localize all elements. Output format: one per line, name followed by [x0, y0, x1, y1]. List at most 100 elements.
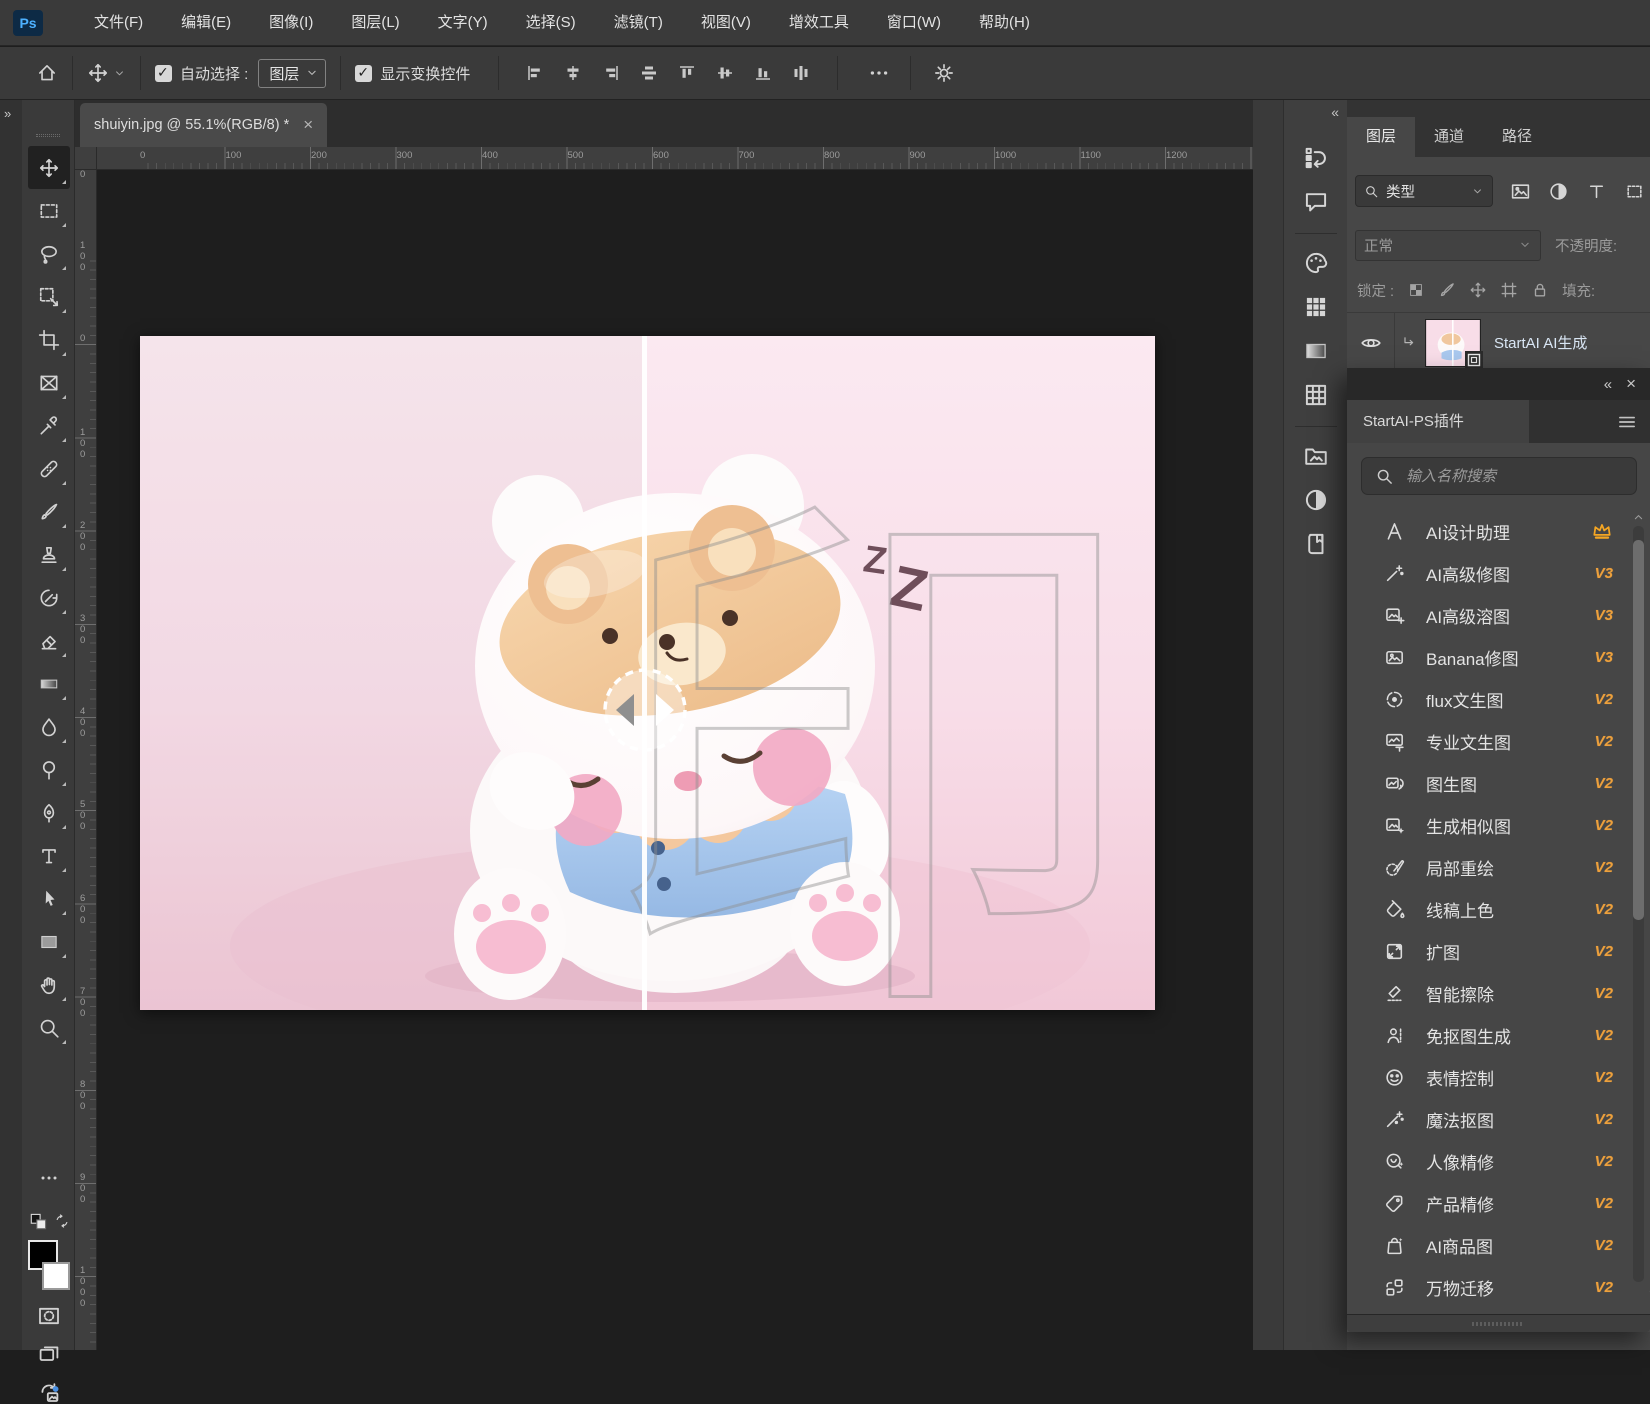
- edit-toolbar-icon[interactable]: [39, 1168, 59, 1188]
- eraser-tool[interactable]: [28, 619, 70, 662]
- shape-tool[interactable]: [28, 920, 70, 963]
- frame-tool[interactable]: [28, 361, 70, 404]
- more-options-icon[interactable]: [868, 62, 890, 84]
- plugin-item[interactable]: 图生图 V2: [1347, 762, 1627, 804]
- plugin-item[interactable]: 表情控制 V2: [1347, 1056, 1627, 1098]
- object-selection-tool[interactable]: [28, 275, 70, 318]
- share-image-icon[interactable]: [37, 1380, 61, 1404]
- layer-thumbnail[interactable]: [1425, 319, 1481, 367]
- plugin-item[interactable]: 产品精修 V2: [1347, 1182, 1627, 1224]
- menu-item[interactable]: 文字(Y): [419, 0, 507, 46]
- libraries-panel[interactable]: [1303, 443, 1329, 469]
- scroll-down-icon[interactable]: [1646, 1286, 1650, 1300]
- path-selection-tool[interactable]: [28, 877, 70, 920]
- eyedropper-tool[interactable]: [28, 404, 70, 447]
- plugin-item[interactable]: flux文生图 V2: [1347, 678, 1627, 720]
- document-tab[interactable]: shuiyin.jpg @ 55.1%(RGB/8) * ×: [80, 103, 327, 147]
- quick-mask-icon[interactable]: [37, 1304, 61, 1328]
- comments-panel[interactable]: [1303, 189, 1329, 215]
- menu-item[interactable]: 编辑(E): [162, 0, 250, 46]
- menu-item[interactable]: 选择(S): [507, 0, 595, 46]
- scrollbar-track[interactable]: [1633, 526, 1644, 1282]
- plugin-item[interactable]: 生成相似图 V2: [1347, 804, 1627, 846]
- default-colors-icon[interactable]: [28, 1210, 50, 1232]
- panel-resize-handle[interactable]: [1347, 1314, 1650, 1332]
- close-panel-icon[interactable]: ×: [1626, 374, 1636, 394]
- brush-tool[interactable]: [28, 490, 70, 533]
- swap-colors-icon[interactable]: [54, 1213, 70, 1229]
- zoom-tool[interactable]: [28, 1006, 70, 1049]
- scrollbar-thumb[interactable]: [1633, 540, 1644, 920]
- distribute-vertical[interactable]: [791, 63, 811, 83]
- toolbar-grip[interactable]: [36, 134, 60, 137]
- type-tool[interactable]: [28, 834, 70, 877]
- show-transform-checkbox[interactable]: [355, 65, 372, 82]
- lock-image-pixels[interactable]: [1438, 281, 1456, 299]
- align-bottom[interactable]: [753, 63, 773, 83]
- align-right[interactable]: [601, 63, 621, 83]
- clone-stamp-tool[interactable]: [28, 533, 70, 576]
- layer-visibility-eye-icon[interactable]: [1360, 332, 1382, 354]
- gradient-tool[interactable]: [28, 662, 70, 705]
- plugin-item[interactable]: 扩图 V2: [1347, 930, 1627, 972]
- plugin-search-box[interactable]: [1361, 457, 1637, 495]
- menu-item[interactable]: 增效工具: [770, 0, 868, 46]
- gradients-panel[interactable]: [1303, 338, 1329, 364]
- menu-item[interactable]: 窗口(W): [868, 0, 960, 46]
- filter-pixel-layers[interactable]: [1510, 181, 1531, 202]
- lock-transparent-pixels[interactable]: [1407, 281, 1425, 299]
- layer-row[interactable]: StartAI AI生成: [1347, 312, 1650, 372]
- plugin-item[interactable]: AI设计助理: [1347, 510, 1627, 552]
- vertical-ruler[interactable]: 2 0 01 0 001 0 02 0 03 0 04 0 05 0 06 0 …: [75, 170, 97, 1350]
- plugin-item[interactable]: 线稿上色 V2: [1347, 888, 1627, 930]
- healing-brush-tool[interactable]: [28, 447, 70, 490]
- align-left[interactable]: [525, 63, 545, 83]
- crop-tool[interactable]: [28, 318, 70, 361]
- chevron-down-icon[interactable]: [113, 67, 126, 80]
- align-horizontal-center[interactable]: [563, 63, 583, 83]
- panel-tab[interactable]: 路径: [1483, 117, 1551, 157]
- hand-tool[interactable]: [28, 963, 70, 1006]
- expand-panel-icon[interactable]: »: [4, 106, 22, 121]
- plugin-item[interactable]: 智能擦除 V2: [1347, 972, 1627, 1014]
- menu-item[interactable]: 帮助(H): [960, 0, 1049, 46]
- plugin-item[interactable]: 人像精修 V2: [1347, 1140, 1627, 1182]
- menu-item[interactable]: 图层(L): [332, 0, 418, 46]
- plugin-tab[interactable]: StartAI-PS插件: [1347, 400, 1529, 443]
- color-panel[interactable]: [1303, 250, 1329, 276]
- lock-all[interactable]: [1531, 281, 1549, 299]
- plugin-item[interactable]: Banana修图 V3: [1347, 636, 1627, 678]
- collapse-dock-icon[interactable]: «: [1284, 100, 1347, 122]
- scroll-up-icon[interactable]: [1631, 510, 1646, 524]
- plugin-item[interactable]: 局部重绘 V2: [1347, 846, 1627, 888]
- menu-item[interactable]: 文件(F): [75, 0, 162, 46]
- blur-tool[interactable]: [28, 705, 70, 748]
- canvas-document[interactable]: Z Z 印: [140, 336, 1155, 1010]
- align-vertical-center[interactable]: [715, 63, 735, 83]
- patterns-panel[interactable]: [1303, 382, 1329, 408]
- menu-item[interactable]: 滤镜(T): [595, 0, 682, 46]
- swatches-panel[interactable]: [1303, 294, 1329, 320]
- screen-mode-icon[interactable]: [37, 1342, 61, 1366]
- move-tool[interactable]: [28, 146, 70, 189]
- collapse-panel-icon[interactable]: «: [1604, 376, 1610, 393]
- plugin-item[interactable]: 魔法抠图 V2: [1347, 1098, 1627, 1140]
- plugin-item[interactable]: 专业文生图 V2: [1347, 720, 1627, 762]
- align-top[interactable]: [677, 63, 697, 83]
- move-tool-icon[interactable]: [87, 62, 109, 84]
- plugin-item[interactable]: 万物迁移 V2: [1347, 1266, 1627, 1308]
- panel-tab[interactable]: 通道: [1415, 117, 1483, 157]
- blend-mode-dropdown[interactable]: 正常: [1355, 230, 1541, 261]
- filter-type-layers[interactable]: [1586, 181, 1607, 202]
- plugin-item[interactable]: AI商品图 V2: [1347, 1224, 1627, 1266]
- lock-artboard[interactable]: [1500, 281, 1518, 299]
- menu-item[interactable]: 视图(V): [682, 0, 770, 46]
- lock-position[interactable]: [1469, 281, 1487, 299]
- pen-tool[interactable]: [28, 791, 70, 834]
- filter-adjustment-layers[interactable]: [1548, 181, 1569, 202]
- adjustments-panel[interactable]: [1303, 487, 1329, 513]
- menu-item[interactable]: 图像(I): [250, 0, 332, 46]
- close-tab-icon[interactable]: ×: [303, 115, 313, 135]
- plugin-scrollbar[interactable]: [1631, 510, 1646, 1300]
- background-color-swatch[interactable]: [42, 1262, 70, 1290]
